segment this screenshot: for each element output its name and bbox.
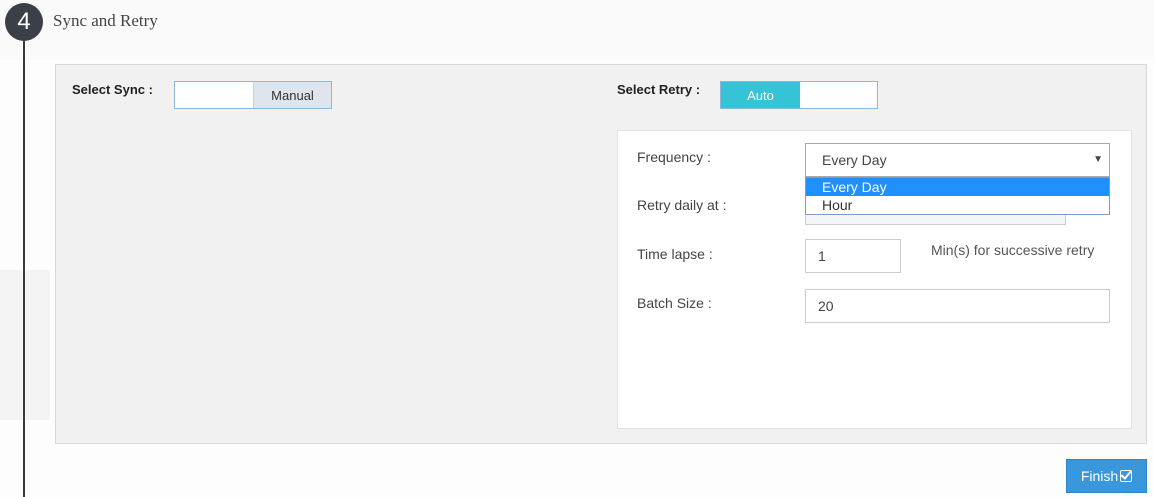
dropdown-arrow-icon: ▼	[1093, 154, 1103, 165]
sync-retry-panel: Select Sync : Manual Select Retry : Auto…	[55, 64, 1147, 444]
retry-option-manual-blank[interactable]	[800, 82, 877, 108]
sync-option-manual[interactable]: Manual	[253, 82, 331, 108]
frequency-option-hour[interactable]: Hour	[806, 196, 1109, 214]
step-title: Sync and Retry	[53, 11, 158, 30]
ghost-toolbar	[0, 0, 1154, 60]
time-lapse-input[interactable]: 1	[805, 239, 901, 273]
step-connector-line	[23, 38, 25, 497]
finish-button[interactable]: Finish	[1066, 459, 1147, 493]
time-lapse-label: Time lapse :	[637, 246, 713, 262]
sync-option-auto-blank[interactable]	[175, 82, 253, 108]
select-sync-label: Select Sync :	[72, 82, 153, 97]
frequency-dropdown-list: Every Day Hour	[805, 177, 1110, 215]
select-retry-label: Select Retry :	[617, 82, 701, 97]
retry-toggle[interactable]: Auto	[720, 81, 878, 109]
retry-daily-label: Retry daily at :	[637, 197, 727, 213]
batch-size-label: Batch Size :	[637, 295, 712, 311]
frequency-select-value: Every Day	[822, 152, 887, 168]
frequency-option-every-day[interactable]: Every Day	[806, 178, 1109, 196]
finish-button-label: Finish	[1080, 468, 1119, 484]
batch-size-input[interactable]: 20	[805, 289, 1110, 323]
frequency-label: Frequency :	[637, 149, 711, 165]
step-number-badge: 4	[5, 3, 43, 41]
retry-settings-card: Frequency : Every Day ▼ Every Day Hour R…	[617, 130, 1132, 429]
ghost-sidebar	[0, 270, 50, 420]
check-square-icon	[1120, 470, 1133, 482]
retry-option-auto[interactable]: Auto	[721, 82, 800, 108]
time-lapse-hint: Min(s) for successive retry	[931, 242, 1095, 258]
frequency-select[interactable]: Every Day ▼	[805, 143, 1110, 177]
sync-toggle[interactable]: Manual	[174, 81, 332, 109]
